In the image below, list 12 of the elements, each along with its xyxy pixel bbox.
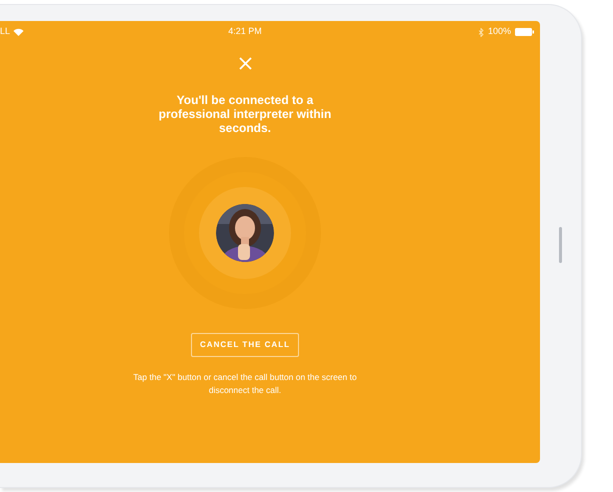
heading-text: You'll be connected to a professional interpreter within seconds.: [158, 93, 332, 135]
wifi-icon: [13, 28, 24, 36]
close-icon: [238, 56, 252, 70]
hint-text: Tap the "X" button or cancel the call button on the screen to disconnect the call.: [132, 371, 358, 397]
close-button[interactable]: [237, 55, 253, 71]
bluetooth-icon: [478, 28, 484, 36]
side-button[interactable]: [559, 227, 562, 263]
carrier-text: LL: [0, 25, 10, 38]
clock-text: 4:21 PM: [228, 25, 262, 38]
battery-icon: [515, 28, 534, 36]
cancel-call-button[interactable]: CANCEL THE CALL: [191, 333, 299, 357]
battery-text: 100%: [488, 25, 511, 38]
